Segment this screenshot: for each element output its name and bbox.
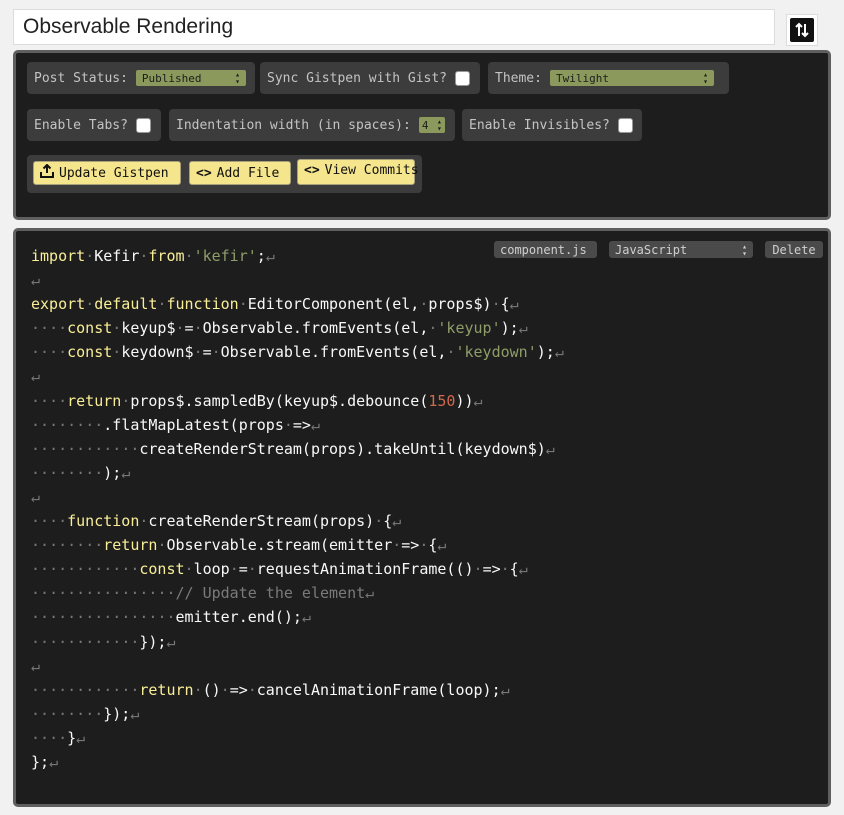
pilcrow-return-icon: ↵	[437, 536, 447, 555]
post-title-input[interactable]	[13, 9, 775, 45]
code-line: };↵	[31, 752, 59, 771]
pilcrow-return-icon: ↵	[310, 415, 320, 434]
pilcrow-return-icon: ↵	[265, 247, 275, 265]
pilcrow-return-icon: ↵	[31, 656, 41, 675]
post-status-label: Post Status:	[34, 70, 128, 86]
post-status-select[interactable]: Published ▴ ▾	[135, 70, 246, 86]
theme-label: Theme:	[495, 70, 542, 86]
pilcrow-return-icon: ↵	[545, 439, 555, 458]
add-file-button[interactable]: <> Add File	[189, 161, 291, 185]
enable-invisibles-checkbox[interactable]	[617, 117, 633, 133]
sync-gist-checkbox[interactable]	[455, 70, 471, 86]
indentation-control: Indentation width (in spaces): 4 ▴ ▾	[169, 109, 455, 141]
post-status-value: Published	[141, 71, 202, 85]
code-line: ················emitter.end();↵	[31, 608, 311, 627]
view-commits-button[interactable]: <> View Commits	[297, 159, 419, 185]
code-line: export·default·function·EditorComponent(…	[31, 295, 519, 314]
update-gistpen-button[interactable]: Update Gistpen	[33, 161, 181, 185]
code-line: ········.flatMapLatest(props·=>↵	[31, 415, 320, 434]
code-line: ····const·keyup$·=·Observable.fromEvents…	[31, 319, 528, 338]
theme-control: Theme: Twilight ▴ ▾	[488, 62, 729, 94]
pilcrow-return-icon: ↵	[473, 391, 483, 410]
code-line: ↵	[31, 367, 40, 385]
code-line: ····}↵	[31, 728, 86, 747]
code-line: ····const·keydown$·=·Observable.fromEven…	[31, 343, 564, 362]
code-line: import·Kefir·from·'kefir';↵	[31, 247, 275, 265]
sync-gist-label: Sync Gistpen with Gist?	[267, 70, 448, 86]
code-line: ····function·createRenderStream(props)·{…	[31, 512, 402, 531]
pilcrow-return-icon: ↵	[31, 487, 41, 506]
toggle-editor-button[interactable]	[786, 14, 818, 46]
select-caret-icon: ▴ ▾	[436, 117, 442, 133]
select-caret-icon: ▴ ▾	[235, 70, 240, 86]
code-line: ········});↵	[31, 704, 140, 723]
view-commits-label: View Commits	[324, 163, 419, 178]
code-line: ········);↵	[31, 463, 131, 482]
code-line: ············return·()·=>·cancelAnimation…	[31, 680, 510, 699]
pilcrow-return-icon: ↵	[121, 463, 131, 482]
post-status-control: Post Status: Published ▴ ▾	[27, 62, 255, 94]
pilcrow-return-icon: ↵	[500, 680, 510, 699]
code-line: ····return·props$.sampledBy(keyup$.debou…	[31, 391, 483, 410]
enable-invisibles-control: Enable Invisibles?	[462, 109, 642, 141]
pilcrow-return-icon: ↵	[518, 560, 528, 579]
pilcrow-return-icon: ↵	[392, 512, 402, 531]
add-file-label: Add File	[216, 165, 280, 181]
delete-file-button[interactable]: Delete	[765, 241, 823, 258]
theme-select[interactable]: Twilight ▴ ▾	[549, 70, 714, 86]
pilcrow-return-icon: ↵	[365, 584, 375, 603]
code-line: ↵	[31, 657, 40, 675]
select-caret-icon: ▴ ▾	[703, 70, 708, 86]
pilcrow-return-icon: ↵	[130, 704, 140, 723]
sync-gist-control: Sync Gistpen with Gist?	[260, 62, 480, 94]
theme-value: Twilight	[555, 71, 609, 85]
delete-label: Delete	[772, 242, 816, 257]
pilcrow-return-icon: ↵	[76, 728, 86, 747]
pilcrow-return-icon: ↵	[509, 295, 519, 314]
pilcrow-return-icon: ↵	[31, 367, 41, 386]
language-value: JavaScript	[615, 242, 688, 257]
pilcrow-return-icon: ↵	[31, 271, 41, 290]
code-line: ········return·Observable.stream(emitter…	[31, 536, 447, 555]
code-line: ············createRenderStream(props).ta…	[31, 439, 555, 458]
pilcrow-return-icon: ↵	[301, 608, 311, 627]
upload-icon	[40, 163, 54, 182]
indentation-label: Indentation width (in spaces):	[176, 117, 411, 133]
indentation-value: 4	[421, 118, 429, 132]
code-line: ↵	[31, 488, 40, 506]
code-editor[interactable]: import·Kefir·from·'kefir';↵ ↵ export·def…	[31, 244, 564, 774]
pilcrow-return-icon: ↵	[49, 752, 59, 771]
update-gistpen-label: Update Gistpen	[59, 165, 169, 181]
enable-tabs-label: Enable Tabs?	[34, 117, 128, 133]
code-brackets-icon: <>	[304, 163, 320, 178]
code-brackets-icon: <>	[196, 165, 212, 181]
language-select[interactable]: JavaScript ▴ ▾	[609, 241, 753, 258]
code-line: ············});↵	[31, 632, 176, 651]
enable-tabs-control: Enable Tabs?	[27, 109, 161, 141]
pilcrow-return-icon: ↵	[554, 343, 564, 362]
sort-arrows-icon	[790, 18, 814, 42]
code-line: ············const·loop·=·requestAnimatio…	[31, 560, 528, 579]
enable-tabs-checkbox[interactable]	[135, 117, 151, 133]
select-caret-icon: ▴ ▾	[742, 241, 747, 258]
pilcrow-return-icon: ↵	[518, 319, 528, 338]
indentation-select[interactable]: 4 ▴ ▾	[418, 117, 445, 133]
pilcrow-return-icon: ↵	[166, 632, 176, 651]
code-line: ↵	[31, 271, 40, 289]
enable-invisibles-label: Enable Invisibles?	[469, 117, 610, 133]
code-line: ················// Update the element↵	[31, 584, 375, 603]
